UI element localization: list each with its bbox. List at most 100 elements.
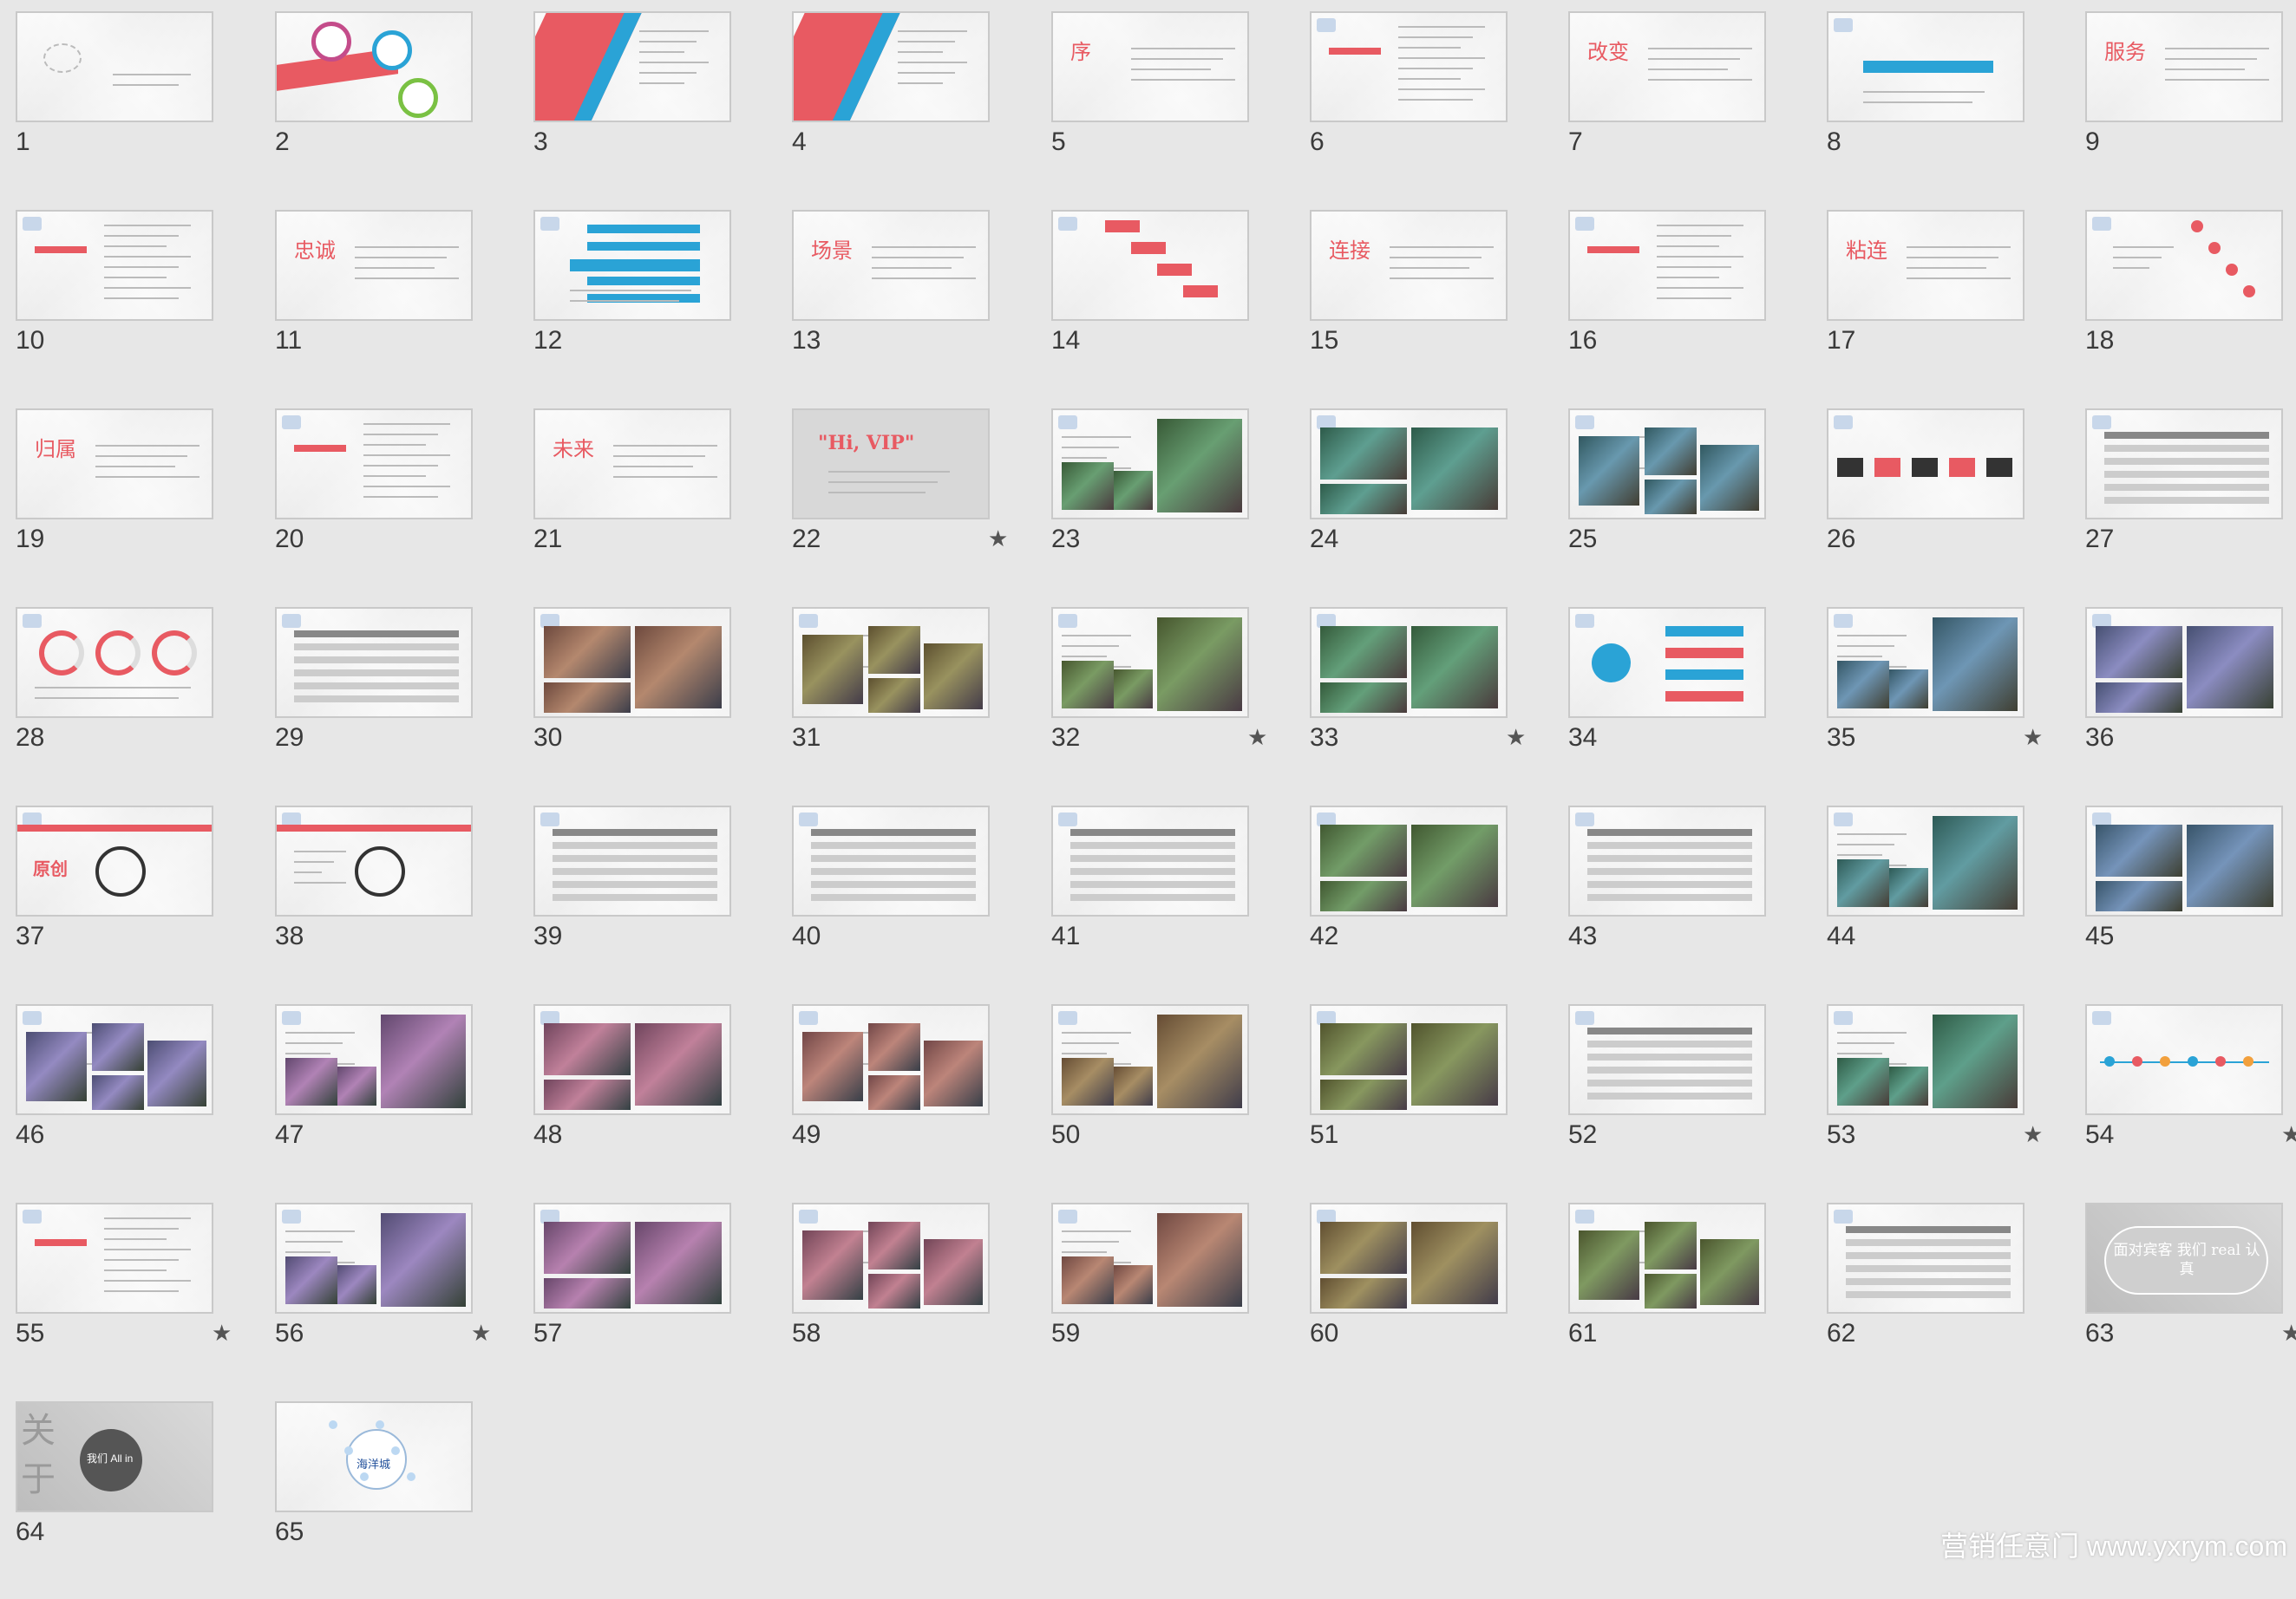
- slide-thumbnail[interactable]: 连接: [1310, 210, 1508, 321]
- slide-thumbnail[interactable]: [1051, 210, 1249, 321]
- slide-thumbnail[interactable]: 面对宾客 我们 real 认真: [2085, 1203, 2283, 1314]
- slide-63[interactable]: 面对宾客 我们 real 认真63★: [2085, 1203, 2296, 1400]
- slide-15[interactable]: 连接15: [1310, 210, 1553, 408]
- slide-thumbnail[interactable]: [2085, 607, 2283, 718]
- slide-thumbnail[interactable]: 海洋城: [275, 1401, 473, 1512]
- slide-thumbnail[interactable]: [1568, 408, 1766, 519]
- slide-thumbnail[interactable]: [792, 1203, 990, 1314]
- slide-thumbnail[interactable]: [1051, 607, 1249, 718]
- slide-24[interactable]: 24: [1310, 408, 1553, 606]
- slide-thumbnail[interactable]: [1827, 11, 2025, 122]
- slide-34[interactable]: 34: [1568, 607, 1811, 805]
- slide-29[interactable]: 29: [275, 607, 518, 805]
- slide-58[interactable]: 58: [792, 1203, 1035, 1400]
- slide-thumbnail[interactable]: [1051, 1004, 1249, 1115]
- slide-61[interactable]: 61: [1568, 1203, 1811, 1400]
- slide-55[interactable]: 55★: [16, 1203, 258, 1400]
- slide-thumbnail[interactable]: [1310, 607, 1508, 718]
- slide-17[interactable]: 粘连17: [1827, 210, 2070, 408]
- slide-6[interactable]: 6: [1310, 11, 1553, 209]
- slide-thumbnail[interactable]: [792, 1004, 990, 1115]
- slide-2[interactable]: 2: [275, 11, 518, 209]
- slide-thumbnail[interactable]: [1827, 806, 2025, 917]
- slide-36[interactable]: 36: [2085, 607, 2296, 805]
- slide-thumbnail[interactable]: [1827, 1203, 2025, 1314]
- slide-thumbnail[interactable]: [1568, 607, 1766, 718]
- slide-thumbnail[interactable]: [275, 11, 473, 122]
- slide-59[interactable]: 59: [1051, 1203, 1294, 1400]
- slide-thumbnail[interactable]: [1568, 806, 1766, 917]
- slide-48[interactable]: 48: [533, 1004, 776, 1202]
- slide-thumbnail[interactable]: [1568, 210, 1766, 321]
- slide-13[interactable]: 场景13: [792, 210, 1035, 408]
- slide-thumbnail[interactable]: [16, 210, 213, 321]
- slide-thumbnail[interactable]: 粘连: [1827, 210, 2025, 321]
- slide-thumbnail[interactable]: [533, 806, 731, 917]
- slide-thumbnail[interactable]: [16, 607, 213, 718]
- slide-60[interactable]: 60: [1310, 1203, 1553, 1400]
- slide-thumbnail[interactable]: [533, 11, 731, 122]
- slide-9[interactable]: 服务9: [2085, 11, 2296, 209]
- slide-23[interactable]: 23: [1051, 408, 1294, 606]
- slide-thumbnail[interactable]: [533, 1004, 731, 1115]
- slide-thumbnail[interactable]: [1568, 1004, 1766, 1115]
- slide-47[interactable]: 47: [275, 1004, 518, 1202]
- slide-12[interactable]: 12: [533, 210, 776, 408]
- slide-50[interactable]: 50: [1051, 1004, 1294, 1202]
- slide-thumbnail[interactable]: 改变: [1568, 11, 1766, 122]
- slide-3[interactable]: 3: [533, 11, 776, 209]
- slide-20[interactable]: 20: [275, 408, 518, 606]
- slide-26[interactable]: 26: [1827, 408, 2070, 606]
- slide-44[interactable]: 44: [1827, 806, 2070, 1003]
- slide-thumbnail[interactable]: [533, 210, 731, 321]
- slide-thumbnail[interactable]: [2085, 210, 2283, 321]
- slide-25[interactable]: 25: [1568, 408, 1811, 606]
- slide-thumbnail[interactable]: 原创: [16, 806, 213, 917]
- slide-thumbnail[interactable]: [1827, 607, 2025, 718]
- slide-11[interactable]: 忠诚11: [275, 210, 518, 408]
- slide-31[interactable]: 31: [792, 607, 1035, 805]
- slide-14[interactable]: 14: [1051, 210, 1294, 408]
- slide-35[interactable]: 35★: [1827, 607, 2070, 805]
- slide-thumbnail[interactable]: [1827, 1004, 2025, 1115]
- slide-16[interactable]: 16: [1568, 210, 1811, 408]
- slide-thumbnail[interactable]: [1310, 408, 1508, 519]
- slide-thumbnail[interactable]: [275, 1004, 473, 1115]
- slide-37[interactable]: 原创37: [16, 806, 258, 1003]
- slide-thumbnail[interactable]: [2085, 806, 2283, 917]
- slide-thumbnail[interactable]: [1827, 408, 2025, 519]
- slide-thumbnail[interactable]: [16, 1203, 213, 1314]
- slide-46[interactable]: 46: [16, 1004, 258, 1202]
- slide-4[interactable]: 4: [792, 11, 1035, 209]
- slide-45[interactable]: 45: [2085, 806, 2296, 1003]
- slide-thumbnail[interactable]: "Hi, VIP": [792, 408, 990, 519]
- slide-52[interactable]: 52: [1568, 1004, 1811, 1202]
- slide-thumbnail[interactable]: [792, 806, 990, 917]
- slide-thumbnail[interactable]: [792, 11, 990, 122]
- slide-thumbnail[interactable]: 未来: [533, 408, 731, 519]
- slide-42[interactable]: 42: [1310, 806, 1553, 1003]
- slide-30[interactable]: 30: [533, 607, 776, 805]
- slide-39[interactable]: 39: [533, 806, 776, 1003]
- slide-21[interactable]: 未来21: [533, 408, 776, 606]
- slide-thumbnail[interactable]: [533, 1203, 731, 1314]
- slide-49[interactable]: 49: [792, 1004, 1035, 1202]
- slide-thumbnail[interactable]: [1051, 806, 1249, 917]
- slide-thumbnail[interactable]: [792, 607, 990, 718]
- slide-thumbnail[interactable]: [1568, 1203, 1766, 1314]
- slide-5[interactable]: 序5: [1051, 11, 1294, 209]
- slide-1[interactable]: 1: [16, 11, 258, 209]
- slide-8[interactable]: 8: [1827, 11, 2070, 209]
- slide-thumbnail[interactable]: [275, 408, 473, 519]
- slide-thumbnail[interactable]: [275, 607, 473, 718]
- slide-28[interactable]: 28: [16, 607, 258, 805]
- slide-18[interactable]: 18: [2085, 210, 2296, 408]
- slide-19[interactable]: 归属19: [16, 408, 258, 606]
- slide-thumbnail[interactable]: [1310, 806, 1508, 917]
- slide-thumbnail[interactable]: [1051, 1203, 1249, 1314]
- slide-62[interactable]: 62: [1827, 1203, 2070, 1400]
- slide-40[interactable]: 40: [792, 806, 1035, 1003]
- slide-thumbnail[interactable]: 归属: [16, 408, 213, 519]
- slide-41[interactable]: 41: [1051, 806, 1294, 1003]
- slide-10[interactable]: 10: [16, 210, 258, 408]
